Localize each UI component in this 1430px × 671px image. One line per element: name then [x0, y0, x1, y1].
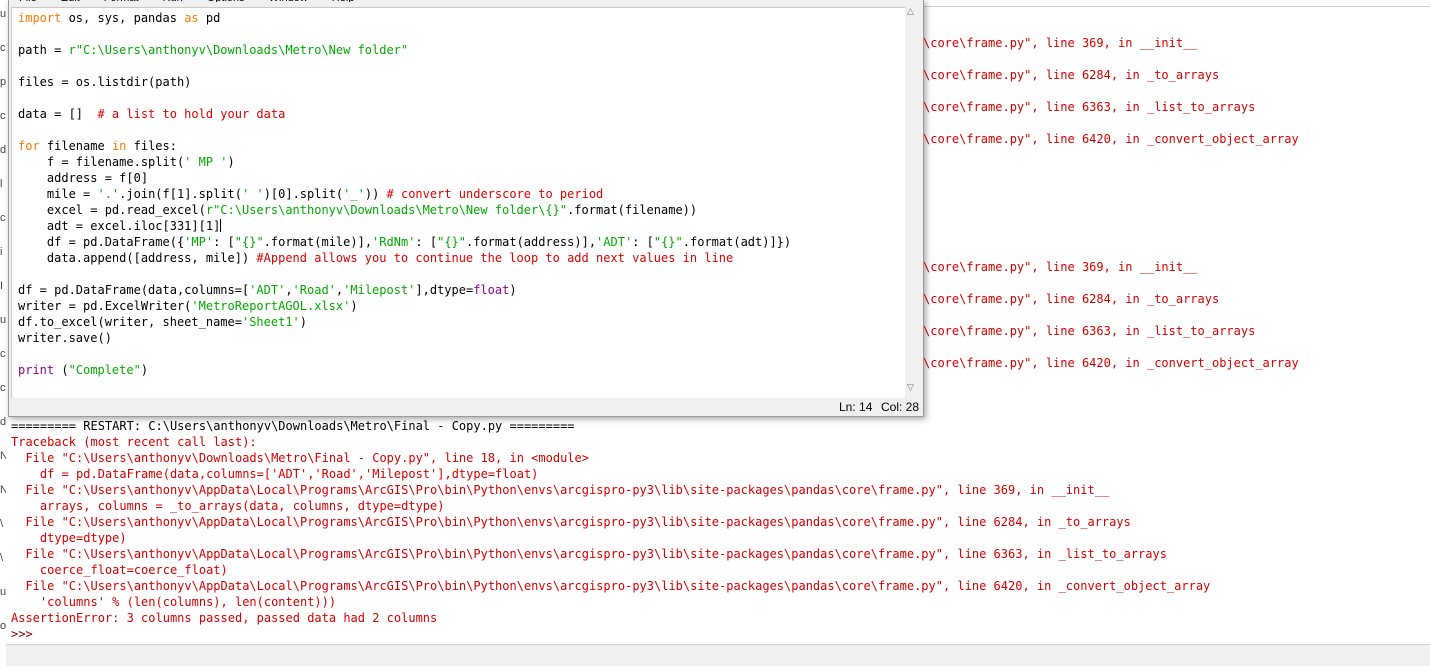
- left-edge-text-fragment: c: [0, 212, 6, 224]
- code-line: data.append([address, mile]) #Append all…: [18, 251, 734, 265]
- code-line: path = r"C:\Users\anthonyv\Downloads\Met…: [18, 43, 409, 57]
- shell-traceback-line: \core\frame.py", line 6284, in _to_array…: [923, 68, 1220, 82]
- traceback-line: 'columns' % (len(columns), len(content))…: [11, 595, 337, 609]
- vertical-scrollbar[interactable]: △ ▽: [905, 7, 919, 397]
- code-text-area[interactable]: import os, sys, pandas as pd path = r"C:\…: [11, 7, 906, 399]
- code-line: df = pd.DataFrame(data,columns=['ADT','R…: [18, 283, 517, 297]
- code-editor-window[interactable]: File Edit Format Run Options Window Help impor…: [8, 0, 924, 417]
- line-number-indicator: Ln: 14: [839, 400, 873, 414]
- left-edge-text-fragment: c: [0, 110, 6, 122]
- editor-status-bar: Ln: 14 Col: 28: [9, 398, 923, 416]
- code-line: print ("Complete"): [18, 363, 149, 377]
- code-line: df = pd.DataFrame({'MP': ["{}".format(mi…: [18, 235, 792, 249]
- traceback-line: AssertionError: 3 columns passed, passed…: [11, 611, 438, 625]
- traceback-line: arrays, columns = _to_arrays(data, colum…: [11, 499, 445, 513]
- code-line: writer.save(): [18, 331, 112, 345]
- left-edge-text-fragment: u: [0, 8, 6, 20]
- shell-traceback-line: \core\frame.py", line 369, in __init__: [923, 36, 1198, 50]
- scroll-down-icon[interactable]: ▽: [907, 383, 914, 393]
- left-edge-text-fragment: l: [0, 178, 3, 190]
- left-edge-text-fragment: c: [0, 42, 6, 54]
- traceback-line: Traceback (most recent call last):: [11, 435, 257, 449]
- traceback-line: File "C:\Users\anthonyv\AppData\Local\Pr…: [11, 483, 1110, 497]
- traceback-line: File "C:\Users\anthonyv\AppData\Local\Pr…: [11, 515, 1131, 529]
- code-line: for filename in files:: [18, 139, 177, 153]
- menu-item-edit[interactable]: Edit: [61, 0, 80, 2]
- scroll-up-icon[interactable]: △: [907, 7, 914, 17]
- shell-window-border: [921, 6, 1430, 7]
- traceback-line: File "C:\Users\anthonyv\AppData\Local\Pr…: [11, 579, 1211, 593]
- shell-prompt[interactable]: >>>: [11, 626, 40, 642]
- menu-item-run[interactable]: Run: [163, 0, 183, 2]
- traceback-line: df = pd.DataFrame(data,columns=['ADT','R…: [11, 467, 539, 481]
- shell-traceback-line: \core\frame.py", line 369, in __init__: [923, 260, 1198, 274]
- column-number-indicator: Col: 28: [881, 400, 920, 414]
- menu-item-window[interactable]: Window: [269, 0, 308, 2]
- code-line: f = filename.split(' MP '): [18, 155, 235, 169]
- left-edge-text-fragment: c: [0, 382, 6, 394]
- shell-traceback-line: \core\frame.py", line 6420, in _convert_…: [923, 356, 1299, 370]
- left-edge-text-fragment: i: [0, 246, 3, 258]
- shell-status-bar: [6, 644, 1430, 667]
- code-line: address = f[0]: [18, 171, 149, 185]
- code-line: files = os.listdir(path): [18, 75, 192, 89]
- left-edge-text-fragment: I: [0, 280, 4, 292]
- menu-item-help[interactable]: Help: [332, 0, 355, 2]
- traceback-line: dtype=dtype): [11, 531, 127, 545]
- code-line: excel = pd.read_excel(r"C:\Users\anthony…: [18, 203, 698, 217]
- menu-item-format[interactable]: Format: [104, 0, 139, 2]
- left-edge-text-fragment: u: [0, 314, 6, 326]
- menu-bar: File Edit Format Run Options Window Help: [9, 0, 923, 2]
- menu-item-options[interactable]: Options: [207, 0, 245, 2]
- text-cursor: [220, 219, 222, 232]
- traceback-line: File "C:\Users\anthonyv\Downloads\Metro\…: [11, 451, 589, 465]
- code-line: df.to_excel(writer, sheet_name='Sheet1'): [18, 315, 307, 329]
- shell-traceback-line: \core\frame.py", line 6363, in _list_to_…: [923, 100, 1256, 114]
- code-line: adt = excel.iloc[331][1]: [18, 219, 222, 233]
- shell-traceback-line: \core\frame.py", line 6363, in _list_to_…: [923, 324, 1256, 338]
- traceback-line: coerce_float=coerce_float): [11, 563, 228, 577]
- code-line: writer = pd.ExcelWriter('MetroReportAGOL…: [18, 299, 358, 313]
- code-line: data = [] # a list to hold your data: [18, 107, 286, 121]
- traceback-line: File "C:\Users\anthonyv\AppData\Local\Pr…: [11, 547, 1167, 561]
- shell-output-area[interactable]: ========= RESTART: C:\Users\anthonyv\Dow…: [6, 417, 1430, 644]
- restart-banner: ========= RESTART: C:\Users\anthonyv\Dow…: [11, 419, 575, 433]
- menu-item-file[interactable]: File: [19, 0, 37, 2]
- code-line: import os, sys, pandas as pd: [18, 11, 221, 25]
- shell-traceback-line: \core\frame.py", line 6420, in _convert_…: [923, 132, 1299, 146]
- left-edge-text-fragment: d: [0, 144, 6, 156]
- left-edge-text-fragment: p: [0, 76, 6, 88]
- code-line: mile = '.'.join(f[1].split(' ')[0].split…: [18, 187, 604, 201]
- left-edge-text-fragment: c: [0, 348, 6, 360]
- shell-traceback-line: \core\frame.py", line 6284, in _to_array…: [923, 292, 1220, 306]
